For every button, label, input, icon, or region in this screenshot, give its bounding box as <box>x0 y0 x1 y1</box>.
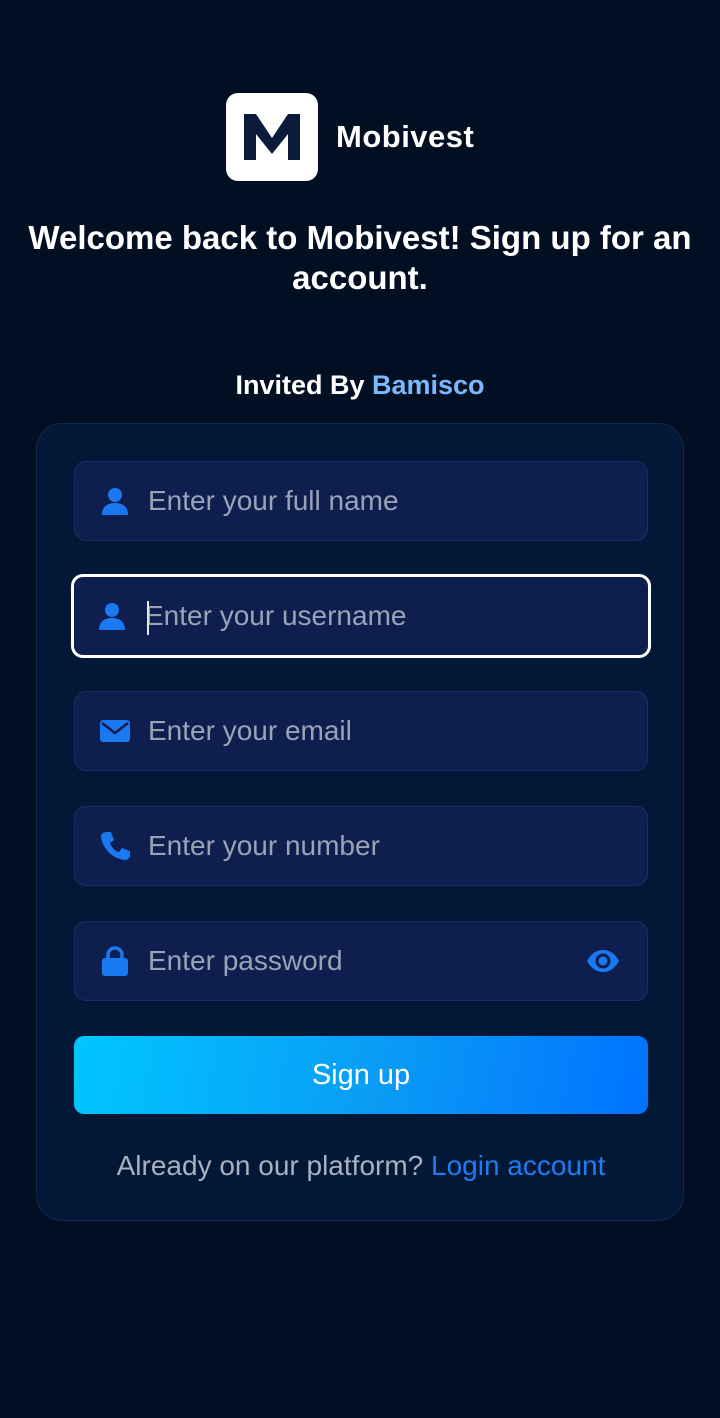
username-input[interactable] <box>145 577 648 655</box>
brand: Mobivest <box>226 93 474 181</box>
user-icon <box>100 486 130 516</box>
password-field[interactable] <box>74 921 648 1001</box>
lock-icon <box>100 946 130 976</box>
brand-name: Mobivest <box>336 119 475 154</box>
phone-icon <box>100 831 130 861</box>
login-prompt: Already on our platform? Login account <box>37 1150 685 1182</box>
signup-button[interactable]: Sign up <box>74 1036 648 1114</box>
eye-icon[interactable] <box>585 946 621 976</box>
password-input[interactable] <box>148 922 585 1000</box>
envelope-icon <box>100 716 130 746</box>
invited-by: Invited By Bamisco <box>0 370 720 401</box>
email-field[interactable] <box>74 691 648 771</box>
login-prompt-text: Already on our platform? <box>116 1150 424 1181</box>
page-title: Welcome back to Mobivest! Sign up for an… <box>28 219 692 296</box>
text-caret <box>147 601 149 635</box>
signup-page: Mobivest Welcome back to Mobivest! Sign … <box>0 0 720 1418</box>
phone-input[interactable] <box>148 807 647 885</box>
m-logo-icon <box>226 93 318 181</box>
phone-field[interactable] <box>74 806 648 886</box>
email-input[interactable] <box>148 692 647 770</box>
inviter-name: Bamisco <box>371 370 485 400</box>
invited-by-label: Invited By <box>235 370 365 400</box>
full-name-input[interactable] <box>148 462 647 540</box>
full-name-field[interactable] <box>74 461 648 541</box>
user-icon <box>97 601 127 631</box>
username-field[interactable] <box>71 574 651 658</box>
signup-card: Sign up Already on our platform? Login a… <box>36 423 684 1221</box>
login-account-link[interactable]: Login account <box>431 1150 605 1181</box>
